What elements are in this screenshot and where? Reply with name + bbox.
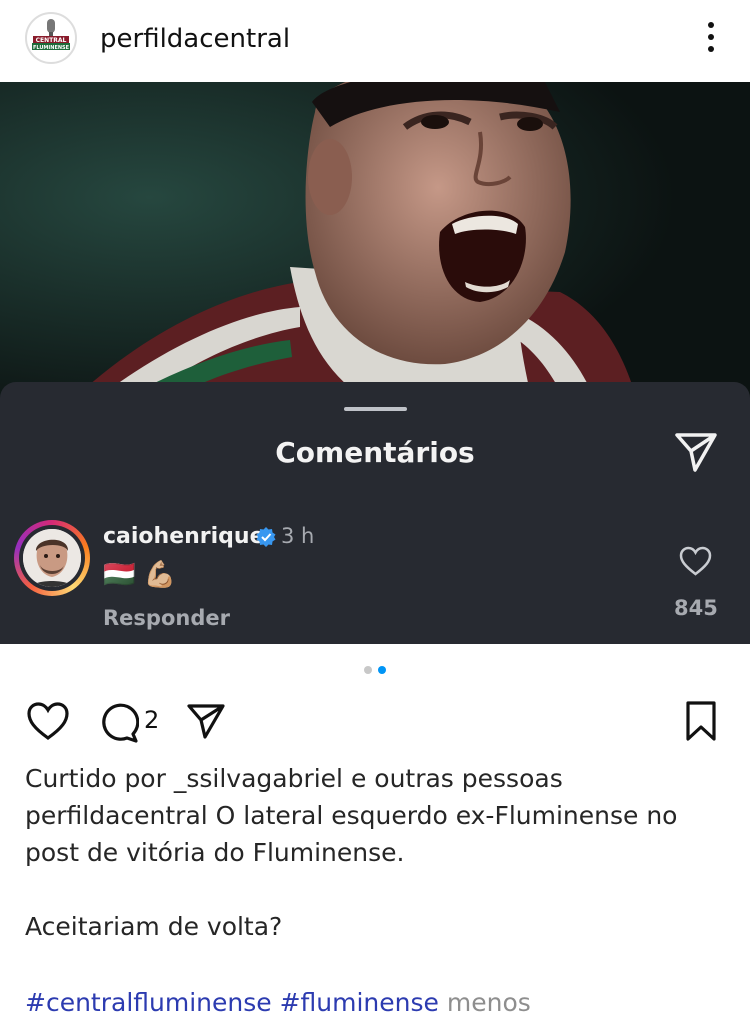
send-icon[interactable]: [186, 701, 226, 741]
post-media[interactable]: Comentários caiohenrique 3 h 🇭🇺 💪🏼 Respo…: [0, 82, 750, 644]
comment-like-heart-icon[interactable]: [679, 546, 712, 576]
carousel-dot-1: [364, 666, 372, 674]
bookmark-icon[interactable]: [684, 700, 718, 742]
liked-by-text[interactable]: Curtido por _ssilvagabriel e outras pess…: [25, 760, 725, 797]
caption-line: Aceitariam de volta?: [25, 912, 283, 941]
commenter-face: [23, 529, 81, 587]
svg-text:CENTRAL: CENTRAL: [36, 37, 67, 44]
svg-text:FLUMINENSE: FLUMINENSE: [33, 45, 70, 51]
comment-bubble-icon[interactable]: [97, 701, 140, 743]
verified-badge-icon: [256, 527, 276, 547]
comments-title: Comentários: [275, 436, 475, 469]
less-button[interactable]: menos: [447, 988, 531, 1017]
comment-text: 🇭🇺 💪🏼: [103, 560, 177, 590]
commenter-username[interactable]: caiohenrique: [103, 524, 265, 549]
caption-line: perfildacentral O lateral esquerdo ex-Fl…: [25, 801, 678, 830]
hashtags: #centralfluminense #fluminense menos: [25, 988, 531, 1017]
more-vertical-icon[interactable]: [700, 20, 722, 54]
post-actions: 2: [0, 690, 750, 750]
profile-avatar[interactable]: CENTRAL FLUMINENSE: [25, 12, 77, 64]
like-heart-icon[interactable]: [26, 701, 70, 741]
hashtag-link[interactable]: #fluminense: [280, 988, 439, 1017]
post-caption: Curtido por _ssilvagabriel e outras pess…: [25, 760, 725, 945]
carousel-indicator: [364, 665, 394, 675]
carousel-dot-2: [378, 666, 386, 674]
reply-button[interactable]: Responder: [103, 606, 230, 630]
post-header: CENTRAL FLUMINENSE perfildacentral: [0, 0, 750, 80]
comments-sheet: Comentários caiohenrique 3 h 🇭🇺 💪🏼 Respo…: [0, 382, 750, 644]
commenter-avatar[interactable]: [14, 520, 90, 596]
comment-count: 2: [144, 706, 160, 734]
hashtag-link[interactable]: #centralfluminense: [25, 988, 272, 1017]
comment-like-count: 845: [674, 596, 718, 620]
comment-time: 3 h: [281, 524, 315, 548]
caption-line: post de vitória do Fluminense.: [25, 838, 405, 867]
post-photo: [0, 82, 750, 412]
post-username[interactable]: perfildacentral: [100, 24, 290, 54]
sheet-drag-handle[interactable]: [344, 407, 407, 411]
central-fluminense-logo: CENTRAL FLUMINENSE: [28, 15, 74, 61]
send-icon[interactable]: [674, 430, 718, 474]
